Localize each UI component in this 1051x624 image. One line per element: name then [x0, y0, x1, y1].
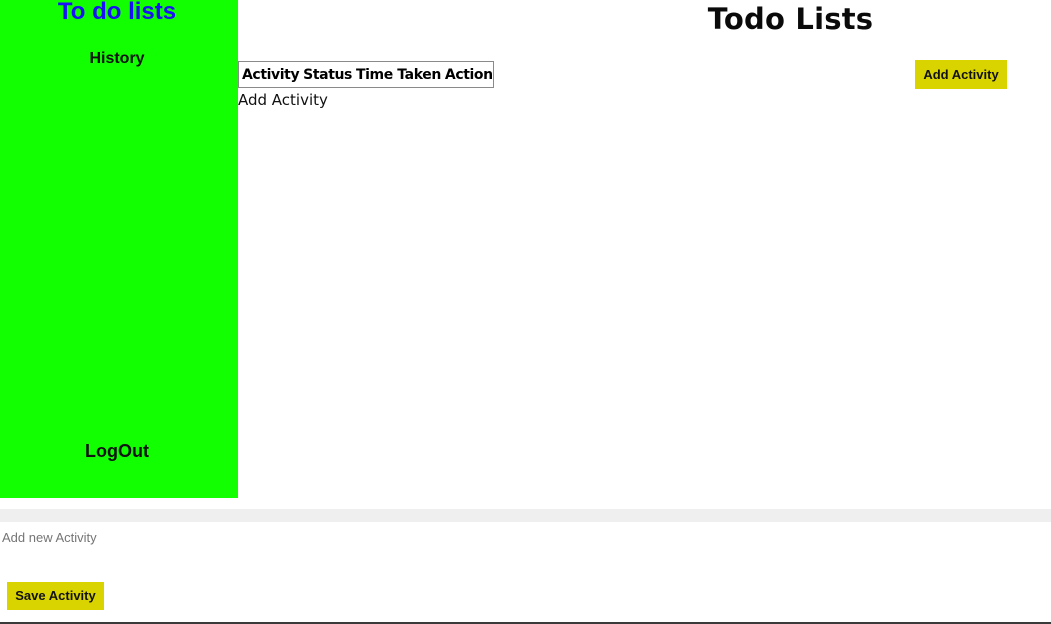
column-header-activity: Activity: [242, 67, 300, 83]
column-header-status: Status: [303, 67, 352, 83]
column-header-time-taken: Time Taken: [356, 67, 441, 83]
logout-link[interactable]: LogOut: [0, 440, 234, 462]
table-header: Activity Status Time Taken Action: [238, 61, 494, 88]
divider: [0, 509, 1051, 522]
save-activity-button[interactable]: Save Activity: [7, 582, 104, 610]
todo-app: To do lists History LogOut Todo Lists Ac…: [0, 0, 1051, 624]
add-activity-button[interactable]: Add Activity: [915, 60, 1007, 89]
add-activity-heading: Add Activity: [238, 91, 328, 109]
page-title: Todo Lists: [707, 2, 874, 36]
sidebar-title: To do lists: [57, 0, 177, 25]
new-activity-input[interactable]: [0, 527, 602, 547]
sidebar-item-history[interactable]: History: [0, 49, 234, 69]
sidebar: To do lists History LogOut: [0, 0, 238, 498]
column-header-action: Action: [444, 67, 493, 83]
